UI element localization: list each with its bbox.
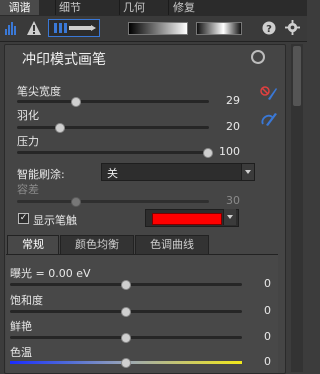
saturation-value: 0 bbox=[264, 304, 271, 317]
scrollbar[interactable] bbox=[291, 44, 303, 372]
show-stroke-label: 显示笔触 bbox=[33, 214, 77, 227]
panel-toggle-icon[interactable] bbox=[251, 50, 265, 64]
svg-text:?: ? bbox=[266, 24, 272, 35]
smart-brush-value: 关 bbox=[107, 167, 118, 180]
pressure-label: 压力 bbox=[17, 135, 39, 148]
brush-size-label: 笔尖宽度 bbox=[17, 85, 61, 98]
panel-title: 冲印模式画笔 bbox=[22, 52, 106, 68]
tab-bar: 调谐 细节 几何 修复 bbox=[0, 0, 307, 16]
smart-brush-select[interactable]: 关 bbox=[101, 163, 255, 181]
feather-track[interactable] bbox=[17, 126, 209, 129]
tolerance-slider[interactable] bbox=[71, 197, 81, 207]
brush-size-value: 29 bbox=[226, 94, 240, 107]
feather-label: 羽化 bbox=[17, 109, 39, 122]
brush-size-track[interactable] bbox=[17, 100, 209, 103]
tab-tune[interactable]: 调谐 bbox=[0, 0, 39, 15]
feather-value: 20 bbox=[226, 120, 240, 133]
help-icon[interactable]: ? bbox=[262, 21, 276, 35]
temperature-slider[interactable] bbox=[121, 358, 131, 368]
tolerance-track[interactable] bbox=[17, 200, 209, 203]
scrollbar-handle[interactable] bbox=[293, 46, 301, 106]
settings-icon[interactable] bbox=[285, 20, 300, 35]
tab-repair[interactable]: 修复 bbox=[168, 0, 199, 15]
subtab-general[interactable]: 常规 bbox=[7, 235, 59, 255]
subtab-color-balance[interactable]: 颜色均衡 bbox=[60, 235, 134, 255]
exposure-slider[interactable] bbox=[121, 280, 131, 290]
chevron-down-icon[interactable] bbox=[223, 209, 236, 225]
brush-link-icon[interactable] bbox=[260, 111, 278, 127]
brush-size-slider[interactable] bbox=[71, 97, 81, 107]
brush-tool-icon[interactable] bbox=[48, 19, 100, 37]
tab-geometry[interactable]: 几何 bbox=[119, 0, 148, 15]
smart-brush-label: 智能刷涂: bbox=[17, 168, 65, 181]
stroke-color-dropdown bbox=[223, 209, 236, 225]
vibrance-slider[interactable] bbox=[121, 333, 131, 343]
general-adjustments-panel: 曝光 = 0.00 eV 0 饱和度 0 鲜艳 0 色温 0 bbox=[6, 254, 278, 373]
pressure-value: 100 bbox=[219, 145, 240, 158]
warning-icon[interactable] bbox=[26, 20, 42, 36]
tolerance-value: 30 bbox=[226, 194, 240, 207]
saturation-label: 饱和度 bbox=[10, 294, 43, 307]
tolerance-label: 容差 bbox=[17, 183, 39, 196]
toolbar: ? bbox=[0, 16, 307, 42]
chevron-down-icon[interactable] bbox=[241, 164, 254, 180]
pressure-track[interactable] bbox=[17, 151, 209, 154]
gradient-linear-icon[interactable] bbox=[128, 22, 188, 35]
subtab-tone-curve[interactable]: 色调曲线 bbox=[135, 235, 209, 255]
saturation-slider[interactable] bbox=[121, 307, 131, 317]
gradient-radial-icon[interactable] bbox=[196, 22, 242, 35]
brush-erase-icon[interactable] bbox=[260, 85, 278, 101]
feather-slider[interactable] bbox=[55, 123, 65, 133]
vibrance-label: 鲜艳 bbox=[10, 320, 32, 333]
show-stroke-checkbox[interactable]: ✓ bbox=[18, 213, 29, 224]
histogram-icon[interactable] bbox=[4, 20, 20, 36]
tab-detail[interactable]: 细节 bbox=[55, 0, 84, 15]
stroke-color-picker[interactable] bbox=[145, 209, 239, 227]
temperature-value: 0 bbox=[264, 355, 271, 368]
temperature-label: 色温 bbox=[10, 346, 32, 359]
vibrance-value: 0 bbox=[264, 330, 271, 343]
stroke-color-swatch bbox=[152, 213, 222, 225]
exposure-value: 0 bbox=[264, 277, 271, 290]
exposure-label: 曝光 = 0.00 eV bbox=[10, 267, 91, 280]
